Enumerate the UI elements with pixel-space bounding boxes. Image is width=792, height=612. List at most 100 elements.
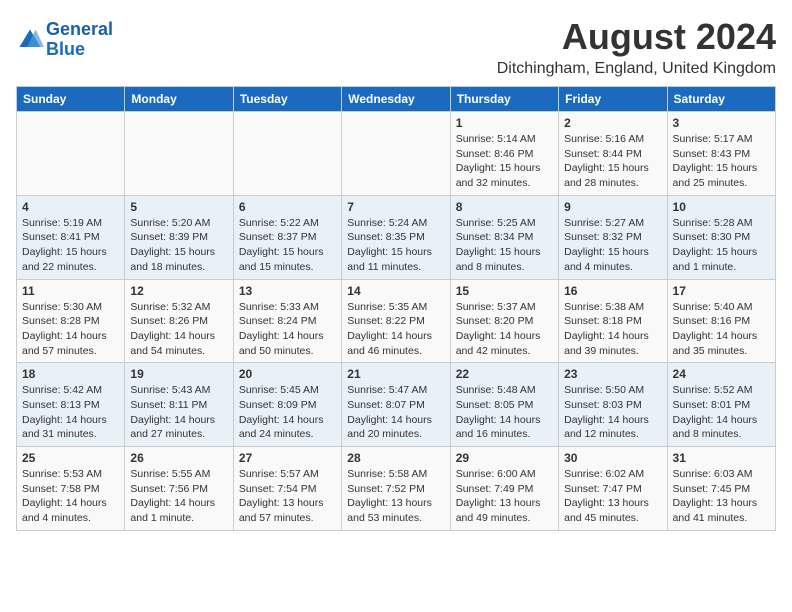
day-detail: Sunrise: 5:38 AM Sunset: 8:18 PM Dayligh… [564,300,661,359]
day-number: 6 [239,200,336,214]
calendar-cell: 31 Sunrise: 6:03 AM Sunset: 7:45 PM Dayli… [667,447,775,531]
day-number: 29 [456,451,553,465]
day-detail: Sunrise: 5:57 AM Sunset: 7:54 PM Dayligh… [239,467,336,526]
day-number: 30 [564,451,661,465]
day-number: 25 [22,451,119,465]
logo: General Blue [16,20,113,60]
calendar-cell: 9 Sunrise: 5:27 AM Sunset: 8:32 PM Daylig… [559,195,667,279]
calendar-cell: 21Sunrise: 5:47 AM Sunset: 8:07 PM Dayli… [342,363,450,447]
calendar-cell: 20 Sunrise: 5:45 AM Sunset: 8:09 PM Dayli… [233,363,341,447]
day-detail: Sunrise: 5:47 AM Sunset: 8:07 PM Dayligh… [347,383,444,442]
day-detail: Sunrise: 5:25 AM Sunset: 8:34 PM Dayligh… [456,216,553,275]
day-detail: Sunrise: 6:02 AM Sunset: 7:47 PM Dayligh… [564,467,661,526]
day-number: 24 [673,367,770,381]
calendar-cell: 1Sunrise: 5:14 AM Sunset: 8:46 PM Daylig… [450,112,558,196]
day-detail: Sunrise: 5:35 AM Sunset: 8:22 PM Dayligh… [347,300,444,359]
calendar-cell: 11 Sunrise: 5:30 AM Sunset: 8:28 PM Dayli… [17,279,125,363]
day-number: 20 [239,367,336,381]
day-detail: Sunrise: 5:50 AM Sunset: 8:03 PM Dayligh… [564,383,661,442]
day-number: 26 [130,451,227,465]
calendar-week-row: 4 Sunrise: 5:19 AM Sunset: 8:41 PM Daylig… [17,195,776,279]
day-number: 1 [456,116,553,130]
day-number: 15 [456,284,553,298]
calendar-cell: 6 Sunrise: 5:22 AM Sunset: 8:37 PM Daylig… [233,195,341,279]
column-header-saturday: Saturday [667,87,775,112]
calendar-week-row: 18 Sunrise: 5:42 AM Sunset: 8:13 PM Dayli… [17,363,776,447]
day-number: 4 [22,200,119,214]
day-detail: Sunrise: 5:42 AM Sunset: 8:13 PM Dayligh… [22,383,119,442]
calendar-cell: 30 Sunrise: 6:02 AM Sunset: 7:47 PM Dayli… [559,447,667,531]
calendar-cell [17,112,125,196]
day-detail: Sunrise: 6:00 AM Sunset: 7:49 PM Dayligh… [456,467,553,526]
day-detail: Sunrise: 5:19 AM Sunset: 8:41 PM Dayligh… [22,216,119,275]
day-number: 27 [239,451,336,465]
day-detail: Sunrise: 5:20 AM Sunset: 8:39 PM Dayligh… [130,216,227,275]
calendar-week-row: 1Sunrise: 5:14 AM Sunset: 8:46 PM Daylig… [17,112,776,196]
day-number: 8 [456,200,553,214]
day-detail: Sunrise: 5:30 AM Sunset: 8:28 PM Dayligh… [22,300,119,359]
calendar-week-row: 11 Sunrise: 5:30 AM Sunset: 8:28 PM Dayli… [17,279,776,363]
calendar-cell: 27 Sunrise: 5:57 AM Sunset: 7:54 PM Dayli… [233,447,341,531]
day-number: 31 [673,451,770,465]
day-detail: Sunrise: 5:53 AM Sunset: 7:58 PM Dayligh… [22,467,119,526]
page-header: General Blue August 2024 Ditchingham, En… [16,16,776,78]
day-number: 17 [673,284,770,298]
calendar-cell: 26 Sunrise: 5:55 AM Sunset: 7:56 PM Dayli… [125,447,233,531]
column-header-tuesday: Tuesday [233,87,341,112]
day-detail: Sunrise: 5:27 AM Sunset: 8:32 PM Dayligh… [564,216,661,275]
calendar-cell: 2Sunrise: 5:16 AM Sunset: 8:44 PM Daylig… [559,112,667,196]
day-number: 3 [673,116,770,130]
day-number: 7 [347,200,444,214]
day-detail: Sunrise: 5:45 AM Sunset: 8:09 PM Dayligh… [239,383,336,442]
day-detail: Sunrise: 5:28 AM Sunset: 8:30 PM Dayligh… [673,216,770,275]
calendar-cell: 15Sunrise: 5:37 AM Sunset: 8:20 PM Dayli… [450,279,558,363]
day-number: 2 [564,116,661,130]
calendar-cell: 3 Sunrise: 5:17 AM Sunset: 8:43 PM Daylig… [667,112,775,196]
logo-icon [16,26,44,54]
day-detail: Sunrise: 5:52 AM Sunset: 8:01 PM Dayligh… [673,383,770,442]
calendar-cell [233,112,341,196]
calendar-cell [342,112,450,196]
calendar-cell: 13Sunrise: 5:33 AM Sunset: 8:24 PM Dayli… [233,279,341,363]
day-number: 14 [347,284,444,298]
calendar-cell [125,112,233,196]
day-number: 9 [564,200,661,214]
column-header-friday: Friday [559,87,667,112]
calendar-cell: 12Sunrise: 5:32 AM Sunset: 8:26 PM Dayli… [125,279,233,363]
day-number: 19 [130,367,227,381]
calendar-cell: 14 Sunrise: 5:35 AM Sunset: 8:22 PM Dayli… [342,279,450,363]
day-number: 28 [347,451,444,465]
day-number: 12 [130,284,227,298]
calendar-cell: 19Sunrise: 5:43 AM Sunset: 8:11 PM Dayli… [125,363,233,447]
calendar-cell: 25 Sunrise: 5:53 AM Sunset: 7:58 PM Dayli… [17,447,125,531]
calendar-header-row: SundayMondayTuesdayWednesdayThursdayFrid… [17,87,776,112]
column-header-monday: Monday [125,87,233,112]
day-detail: Sunrise: 5:24 AM Sunset: 8:35 PM Dayligh… [347,216,444,275]
title-block: August 2024 Ditchingham, England, United… [497,16,776,78]
calendar-week-row: 25 Sunrise: 5:53 AM Sunset: 7:58 PM Dayli… [17,447,776,531]
calendar-cell: 28Sunrise: 5:58 AM Sunset: 7:52 PM Dayli… [342,447,450,531]
calendar-cell: 7 Sunrise: 5:24 AM Sunset: 8:35 PM Daylig… [342,195,450,279]
calendar-cell: 29 Sunrise: 6:00 AM Sunset: 7:49 PM Dayli… [450,447,558,531]
day-detail: Sunrise: 5:48 AM Sunset: 8:05 PM Dayligh… [456,383,553,442]
calendar-cell: 18 Sunrise: 5:42 AM Sunset: 8:13 PM Dayli… [17,363,125,447]
calendar-cell: 23 Sunrise: 5:50 AM Sunset: 8:03 PM Dayli… [559,363,667,447]
calendar-cell: 8 Sunrise: 5:25 AM Sunset: 8:34 PM Daylig… [450,195,558,279]
day-number: 16 [564,284,661,298]
day-number: 18 [22,367,119,381]
day-detail: Sunrise: 6:03 AM Sunset: 7:45 PM Dayligh… [673,467,770,526]
calendar-cell: 22Sunrise: 5:48 AM Sunset: 8:05 PM Dayli… [450,363,558,447]
day-number: 23 [564,367,661,381]
calendar-cell: 5Sunrise: 5:20 AM Sunset: 8:39 PM Daylig… [125,195,233,279]
subtitle: Ditchingham, England, United Kingdom [497,60,776,78]
day-number: 11 [22,284,119,298]
day-detail: Sunrise: 5:17 AM Sunset: 8:43 PM Dayligh… [673,132,770,191]
logo-text: General Blue [46,20,113,60]
calendar-cell: 17Sunrise: 5:40 AM Sunset: 8:16 PM Dayli… [667,279,775,363]
day-detail: Sunrise: 5:33 AM Sunset: 8:24 PM Dayligh… [239,300,336,359]
day-detail: Sunrise: 5:55 AM Sunset: 7:56 PM Dayligh… [130,467,227,526]
calendar-cell: 16 Sunrise: 5:38 AM Sunset: 8:18 PM Dayli… [559,279,667,363]
calendar-cell: 4 Sunrise: 5:19 AM Sunset: 8:41 PM Daylig… [17,195,125,279]
column-header-wednesday: Wednesday [342,87,450,112]
day-detail: Sunrise: 5:22 AM Sunset: 8:37 PM Dayligh… [239,216,336,275]
